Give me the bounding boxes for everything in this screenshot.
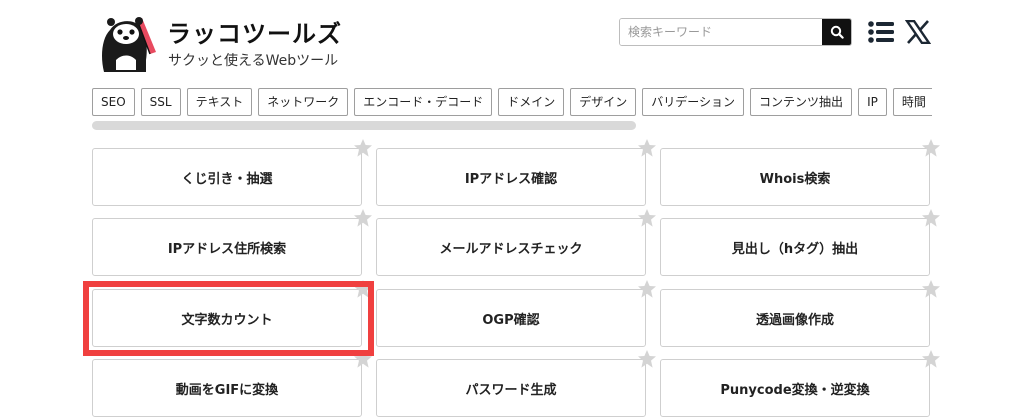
favorite-star-icon[interactable]: [637, 138, 657, 158]
site-subtitle: サクッと使えるWebツール: [168, 53, 339, 69]
tag-design[interactable]: デザイン: [570, 88, 637, 116]
tool-card-character-count[interactable]: 文字数カウント: [92, 289, 362, 347]
tag-ssl[interactable]: SSL: [140, 88, 181, 116]
favorite-star-icon[interactable]: [353, 349, 373, 369]
search-button[interactable]: [822, 19, 851, 45]
favorite-star-icon[interactable]: [353, 279, 373, 299]
tool-card[interactable]: メールアドレスチェック: [376, 218, 646, 276]
favorite-star-icon[interactable]: [921, 208, 941, 228]
search-icon: [830, 25, 844, 39]
tool-card[interactable]: Whois検索: [660, 148, 930, 206]
tool-card[interactable]: 見出し（hタグ）抽出: [660, 218, 930, 276]
tag-encode-decode[interactable]: エンコード・デコード: [354, 88, 493, 116]
favorite-star-icon[interactable]: [353, 208, 373, 228]
tool-card[interactable]: OGP確認: [376, 289, 646, 347]
favorite-star-icon[interactable]: [637, 349, 657, 369]
tag-seo[interactable]: SEO: [92, 88, 135, 116]
tool-card[interactable]: パスワード生成: [376, 359, 646, 417]
tag-scrollbar[interactable]: [92, 121, 636, 130]
tool-card[interactable]: Punycode変換・逆変換: [660, 359, 930, 417]
favorite-star-icon[interactable]: [921, 138, 941, 158]
tag-domain[interactable]: ドメイン: [498, 88, 565, 116]
category-tag-bar: SEO SSL テキスト ネットワーク エンコード・デコード ドメイン デザイン…: [92, 88, 932, 116]
favorite-star-icon[interactable]: [921, 349, 941, 369]
tag-network[interactable]: ネットワーク: [258, 88, 349, 116]
tool-card[interactable]: くじ引き・抽選: [92, 148, 362, 206]
favorite-star-icon[interactable]: [921, 279, 941, 299]
search-input[interactable]: [620, 19, 822, 45]
favorite-star-icon[interactable]: [637, 208, 657, 228]
x-logo-icon[interactable]: [905, 20, 931, 44]
tag-time[interactable]: 時間: [892, 88, 932, 116]
favorite-star-icon[interactable]: [353, 138, 373, 158]
tool-card[interactable]: IPアドレス住所検索: [92, 218, 362, 276]
rakko-mascot-logo[interactable]: [96, 12, 162, 74]
tag-content-extract[interactable]: コンテンツ抽出: [750, 88, 853, 116]
list-menu-icon[interactable]: [868, 20, 894, 44]
search-bar: [619, 18, 852, 46]
favorite-star-icon[interactable]: [637, 279, 657, 299]
tool-card[interactable]: IPアドレス確認: [376, 148, 646, 206]
site-title[interactable]: ラッコツールズ: [167, 14, 342, 49]
tag-validation[interactable]: バリデーション: [642, 88, 745, 116]
tool-card[interactable]: 動画をGIFに変換: [92, 359, 362, 417]
tag-ip[interactable]: IP: [858, 88, 887, 116]
tag-text[interactable]: テキスト: [186, 88, 253, 116]
tool-card[interactable]: 透過画像作成: [660, 289, 930, 347]
